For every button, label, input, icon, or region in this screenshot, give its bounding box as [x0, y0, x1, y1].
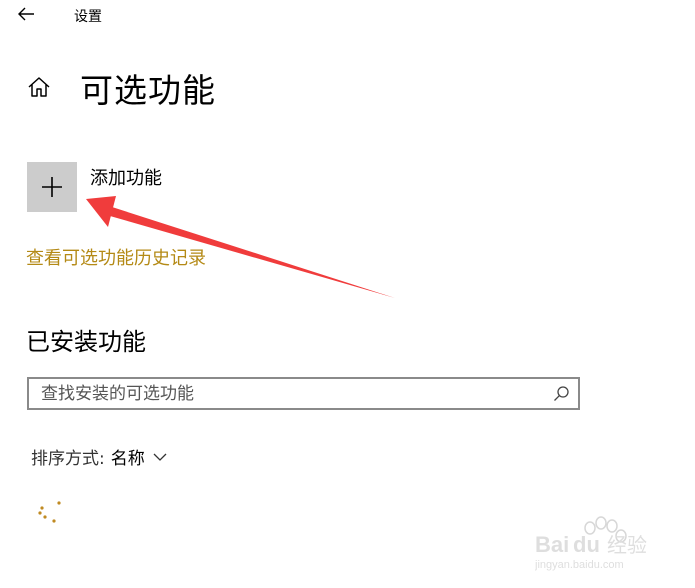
baidu-jingyan-watermark: Bai du 经验 jingyan.baidu.com	[535, 516, 647, 571]
chevron-down-icon	[153, 453, 167, 461]
svg-text:du: du	[573, 532, 600, 557]
back-button[interactable]	[10, 2, 40, 28]
search-icon[interactable]	[552, 385, 570, 403]
window-title: 设置	[74, 9, 102, 25]
installed-features-search[interactable]	[27, 377, 580, 410]
loading-spinner-icon	[38, 501, 61, 523]
home-button[interactable]	[26, 74, 52, 100]
svg-text:jingyan.baidu.com: jingyan.baidu.com	[535, 559, 624, 571]
page-title: 可选功能	[80, 71, 216, 110]
feature-history-link[interactable]: 查看可选功能历史记录	[26, 244, 206, 270]
sort-dropdown[interactable]: 排序方式: 名称	[31, 444, 169, 469]
back-arrow-icon	[18, 7, 34, 21]
sort-label: 排序方式:	[31, 449, 105, 469]
home-icon	[28, 77, 50, 97]
svg-text:经验: 经验	[607, 533, 647, 557]
plus-icon	[42, 177, 62, 197]
sort-value: 名称	[110, 449, 145, 469]
add-feature-button[interactable]	[27, 162, 77, 212]
add-feature-label[interactable]: 添加功能	[90, 164, 162, 190]
svg-text:Bai: Bai	[535, 532, 569, 557]
search-input[interactable]	[41, 379, 541, 408]
installed-features-heading: 已安装功能	[26, 328, 146, 356]
